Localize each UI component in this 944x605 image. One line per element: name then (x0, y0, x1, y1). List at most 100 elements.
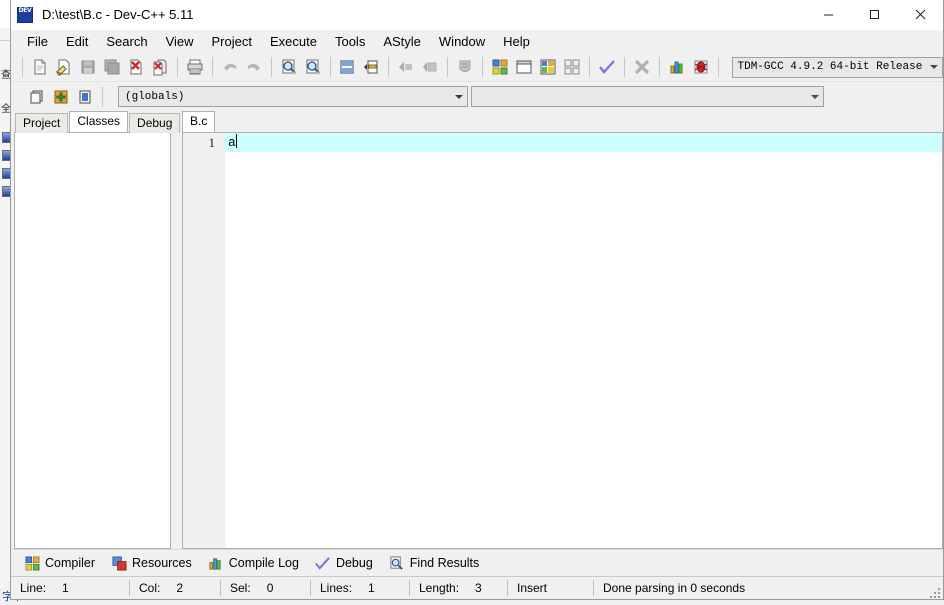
toolbar-separator (176, 57, 178, 77)
status-bar: Line: 1 Col: 2 Sel: 0 Lines: 1 Length: 3… (11, 576, 943, 599)
status-insert-mode[interactable]: Insert (508, 577, 593, 599)
toolbar-separator (270, 57, 272, 77)
close-icon[interactable] (897, 0, 943, 29)
tab-project[interactable]: Project (15, 113, 69, 133)
status-sel: Sel: 0 (221, 577, 310, 599)
menu-astyle[interactable]: AStyle (374, 32, 430, 51)
close-all-icon[interactable] (148, 55, 172, 79)
status-length: Length: 3 (410, 577, 507, 599)
status-length-label: Length: (419, 581, 460, 595)
compile-icon[interactable] (488, 55, 512, 79)
toolbar-nav-group (394, 55, 442, 79)
bottom-tab-label: Debug (335, 556, 373, 570)
menu-tools[interactable]: Tools (326, 32, 374, 51)
toolbar-separator (211, 57, 213, 77)
bottom-tab-compile-log[interactable]: Compile Log (208, 555, 299, 571)
code-area[interactable]: a (225, 133, 942, 548)
status-lines: Lines: 1 (311, 577, 409, 599)
save-file-icon (76, 55, 100, 79)
status-line-value: 1 (62, 581, 69, 595)
menu-edit[interactable]: Edit (57, 32, 97, 51)
status-lines-label: Lines: (320, 581, 353, 595)
resize-grip[interactable] (929, 586, 941, 598)
editor-gutter: 1 (183, 133, 225, 548)
menu-help[interactable]: Help (494, 32, 539, 51)
new-project-icon[interactable] (25, 85, 49, 109)
toolbar-check-group (595, 55, 619, 79)
chevron-down-icon (929, 65, 938, 69)
bottom-tab-debug[interactable]: Debug (315, 555, 373, 571)
status-message: Done parsing in 0 seconds (603, 581, 746, 595)
compile-and-run-icon[interactable] (536, 55, 560, 79)
editor-tab-b-c[interactable]: B.c (182, 111, 216, 132)
find-icon[interactable] (277, 55, 301, 79)
main-toolbar: TDM-GCC 4.9.2 64-bit Release (11, 53, 943, 82)
status-sel-label: Sel: (230, 581, 251, 595)
forward-icon (418, 55, 442, 79)
tab-classes[interactable]: Classes (69, 111, 129, 132)
minimize-icon[interactable] (805, 0, 851, 29)
remove-from-project-icon[interactable] (73, 85, 97, 109)
menu-file[interactable]: File (18, 32, 57, 51)
goto-function-icon[interactable] (359, 55, 383, 79)
toolbar-file-group (28, 55, 172, 79)
compiler-select-value: TDM-GCC 4.9.2 64-bit Release (737, 61, 923, 73)
editor-pane: B.c 1 a (174, 111, 943, 549)
replace-icon[interactable] (301, 55, 325, 79)
new-file-icon[interactable] (28, 55, 52, 79)
open-file-icon[interactable] (52, 55, 76, 79)
toolbar-build-group (488, 55, 584, 79)
toolbar-stop-group (630, 55, 654, 79)
profile-icon[interactable] (665, 55, 689, 79)
toolbar-goto-group (335, 55, 383, 79)
maximize-icon[interactable] (851, 0, 897, 29)
toolbar-separator (388, 57, 390, 77)
classes-tree-view[interactable] (14, 132, 171, 549)
debug-check-icon (315, 555, 331, 571)
status-col-value: 2 (176, 581, 184, 595)
redo-icon (242, 55, 266, 79)
tab-debug[interactable]: Debug (129, 113, 181, 133)
menu-project[interactable]: Project (203, 32, 261, 51)
bottom-tab-resources[interactable]: Resources (111, 555, 192, 571)
symbol-combo[interactable] (471, 86, 824, 107)
toolbar-print-group (183, 55, 207, 79)
project-button-group (25, 85, 97, 109)
toggle-bookmark-icon (453, 55, 477, 79)
menu-window[interactable]: Window (430, 32, 494, 51)
text-caret (235, 134, 237, 148)
run-icon[interactable] (512, 55, 536, 79)
work-area: Project Classes Debug B.c 1 a (11, 111, 943, 549)
dev-cpp-window: D:\test\B.c - Dev-C++ 5.11 File Edit Sea… (10, 0, 944, 600)
close-file-icon[interactable] (124, 55, 148, 79)
syntax-check-icon[interactable] (595, 55, 619, 79)
toolbar-separator (623, 57, 625, 77)
toolbar-bookmark-group (453, 55, 477, 79)
print-icon[interactable] (183, 55, 207, 79)
code-line-text: a (228, 135, 236, 150)
toolbar-separator (717, 57, 719, 77)
menu-search[interactable]: Search (97, 32, 156, 51)
toolbar-search-group (277, 55, 325, 79)
dev-cpp-icon (17, 6, 33, 23)
resources-icon (111, 555, 127, 571)
add-to-project-icon[interactable] (49, 85, 73, 109)
debug-icon[interactable] (689, 55, 713, 79)
scope-combo[interactable]: (globals) (118, 86, 468, 107)
status-lines-value: 1 (368, 581, 375, 595)
status-col: Col: 2 (130, 577, 220, 599)
status-sel-value: 0 (266, 581, 274, 595)
menu-view[interactable]: View (157, 32, 203, 51)
goto-line-icon[interactable] (335, 55, 359, 79)
compiler-select[interactable]: TDM-GCC 4.9.2 64-bit Release (731, 56, 943, 78)
bottom-tab-find-results[interactable]: Find Results (389, 555, 479, 571)
toolbar-separator (329, 57, 331, 77)
bottom-tab-compiler[interactable]: Compiler (24, 555, 95, 571)
menu-execute[interactable]: Execute (261, 32, 326, 51)
bottom-tab-label: Find Results (409, 556, 480, 570)
code-line[interactable]: a (225, 133, 942, 152)
scope-combo-value: (globals) (125, 90, 185, 103)
bottom-tab-label: Compiler (45, 556, 96, 570)
rebuild-all-icon[interactable] (560, 55, 584, 79)
bottom-tab-label: Compile Log (228, 556, 299, 570)
